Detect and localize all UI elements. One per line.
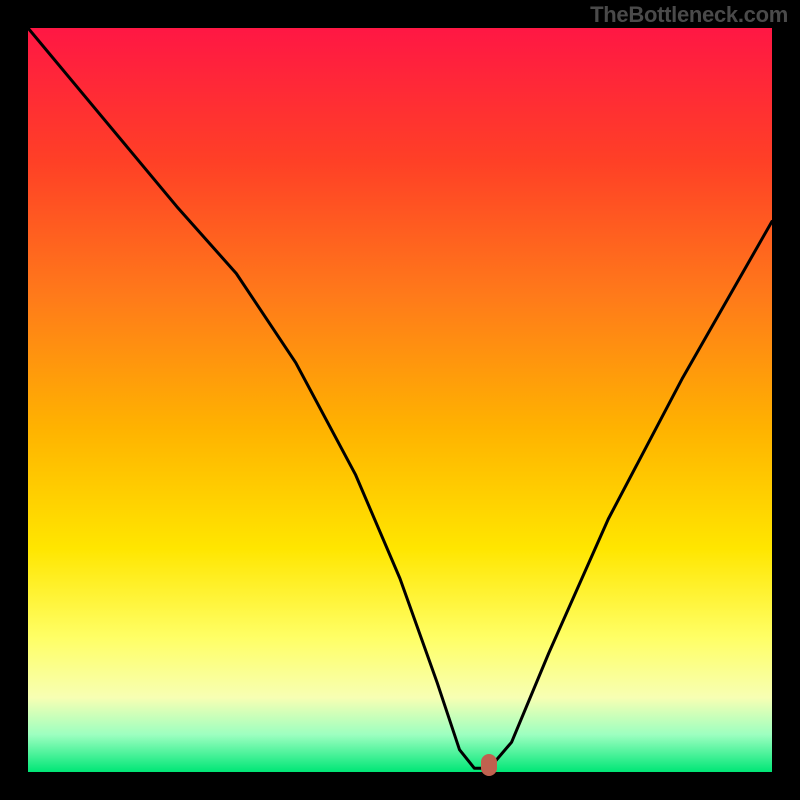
focus-marker xyxy=(481,754,497,776)
plot-area xyxy=(28,28,772,772)
bottleneck-curve xyxy=(28,28,772,772)
chart-frame: TheBottleneck.com xyxy=(0,0,800,800)
curve-path xyxy=(28,28,772,768)
watermark-text: TheBottleneck.com xyxy=(590,2,788,28)
